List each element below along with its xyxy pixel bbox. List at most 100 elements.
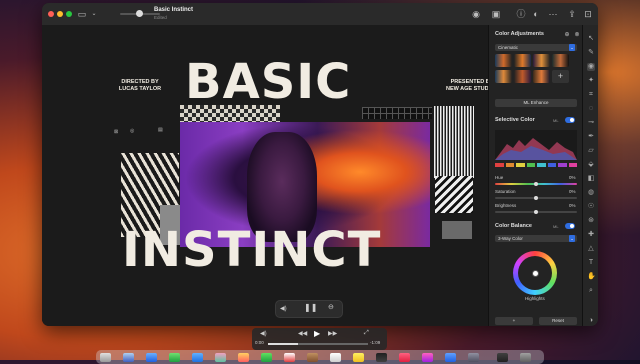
minimize-window-button[interactable] <box>57 11 63 17</box>
magic-icon[interactable]: ✦ <box>587 77 595 85</box>
facetime-app-icon[interactable] <box>261 353 272 362</box>
preset-thumb-1[interactable] <box>495 54 512 67</box>
podcasts-app-icon[interactable] <box>422 353 433 362</box>
saturation-slider-knob[interactable] <box>534 196 538 200</box>
brightness-slider-knob[interactable] <box>534 210 538 214</box>
export-icon[interactable]: ⊡ <box>582 8 594 20</box>
close-window-button[interactable] <box>48 11 54 17</box>
swatch-red[interactable] <box>495 163 504 167</box>
calendar-app-icon[interactable] <box>284 353 295 362</box>
histogram-graph <box>495 138 577 160</box>
preset-thumb-5[interactable] <box>495 70 512 83</box>
color-balance-mode-dropdown[interactable]: 3-Way Color ⌄ <box>495 235 577 242</box>
info-icon[interactable]: ⓘ <box>515 8 527 20</box>
stop-icon[interactable]: ⊖ <box>328 303 334 311</box>
add-adjustment-button[interactable]: + <box>495 317 533 325</box>
settings-app-icon[interactable] <box>468 353 479 362</box>
blur-icon[interactable]: ◍ <box>587 189 595 197</box>
preset-thumb-7[interactable] <box>533 70 550 83</box>
brush-icon[interactable]: ✎ <box>587 49 595 57</box>
more-icon[interactable]: ⋯ <box>547 8 559 20</box>
speaker-icon[interactable]: ◀) <box>280 305 287 312</box>
messages-app-icon[interactable] <box>169 353 180 362</box>
swatch-orange[interactable] <box>505 163 514 167</box>
finder-app-icon[interactable] <box>100 353 111 362</box>
selective-color-title: Selective Color <box>495 117 535 123</box>
smudge-icon[interactable]: ☉ <box>587 203 595 211</box>
trash-icon[interactable] <box>520 353 531 362</box>
add-preset-icon[interactable]: + <box>552 70 569 83</box>
eraser-icon[interactable]: ▱ <box>587 147 595 155</box>
scrubber-progress[interactable] <box>268 343 298 345</box>
clone-icon[interactable]: ⊛ <box>587 217 595 225</box>
adjust-icon[interactable]: ◐ <box>530 8 542 20</box>
poster-title-bottom: INSTINCT <box>122 222 382 278</box>
time-elapsed: 0:00 <box>255 340 264 345</box>
heal-icon[interactable]: ✚ <box>587 231 595 239</box>
launchpad-app-icon[interactable] <box>123 353 134 362</box>
ml-badge: ML <box>553 118 559 123</box>
swatch-cyan[interactable] <box>537 163 546 167</box>
grey-block-right <box>442 221 472 239</box>
selective-color-toggle[interactable] <box>565 117 575 123</box>
pause-icon[interactable]: ❚❚ <box>304 303 317 312</box>
preset-thumb-2[interactable] <box>514 54 531 67</box>
sidebar-toggle-icon[interactable]: ▭ <box>76 8 88 20</box>
avatar-icon[interactable]: ◉ <box>470 8 482 20</box>
preset-thumb-4[interactable] <box>552 54 569 67</box>
contacts-app-icon[interactable] <box>307 353 318 362</box>
tv-app-icon[interactable] <box>376 353 387 362</box>
adjust-tool-icon[interactable]: ◉ <box>587 63 595 71</box>
reminders-app-icon[interactable] <box>330 353 341 362</box>
color-wheel-handle[interactable] <box>532 270 539 277</box>
bucket-icon[interactable]: ⬙ <box>587 161 595 169</box>
mail-app-icon[interactable] <box>192 353 203 362</box>
lasso-icon[interactable]: ◌ <box>587 105 595 113</box>
eyedropper-icon[interactable]: ⊸ <box>587 119 595 127</box>
zoom-slider-knob[interactable] <box>136 10 143 17</box>
ml-enhance-button[interactable]: ML Enhance <box>495 99 577 107</box>
crop-icon[interactable]: ⌗ <box>587 91 595 99</box>
app-store-icon[interactable] <box>445 353 456 362</box>
pen-icon[interactable]: ✒ <box>587 133 595 141</box>
image-canvas[interactable]: BASIC INSTINCT DIRECTED BY LUCAS TAYLOR … <box>42 25 498 326</box>
preset-dropdown[interactable]: Cinematic ⌄ <box>495 44 577 51</box>
eye-badge-icon: ◎ <box>130 128 135 134</box>
color-balance-toggle[interactable] <box>565 223 575 229</box>
share-icon[interactable]: ⇪ <box>566 8 578 20</box>
rewind-icon[interactable]: ◀◀ <box>298 330 307 337</box>
pixelmator-app-icon[interactable] <box>497 353 508 362</box>
safari-app-icon[interactable] <box>146 353 157 362</box>
volume-icon[interactable]: ◀) <box>260 330 267 337</box>
swatch-yellow[interactable] <box>516 163 525 167</box>
swatch-magenta[interactable] <box>568 163 577 167</box>
photos-app-icon[interactable] <box>238 353 249 362</box>
reset-button[interactable]: Reset <box>539 317 577 325</box>
playback-controls: ◀) ❚❚ ⊖ <box>275 300 343 318</box>
pointer-icon[interactable]: ↖ <box>587 35 595 43</box>
zoom-window-button[interactable] <box>66 11 72 17</box>
maps-app-icon[interactable] <box>215 353 226 362</box>
forward-icon[interactable]: ▶▶ <box>328 330 337 337</box>
layers-icon[interactable]: ▣ <box>490 8 502 20</box>
music-app-icon[interactable] <box>399 353 410 362</box>
chevron-down-icon[interactable]: ⌄ <box>88 8 100 20</box>
notes-app-icon[interactable] <box>353 353 364 362</box>
preset-thumb-3[interactable] <box>533 54 550 67</box>
shape-icon[interactable]: △ <box>587 245 595 253</box>
hue-slider-knob[interactable] <box>534 182 538 186</box>
pip-icon[interactable]: ⤢ <box>364 330 369 337</box>
brightness-value: 0% <box>569 203 576 208</box>
zoom-icon[interactable]: ⌕ <box>587 287 595 295</box>
gradient-icon[interactable]: ◧ <box>587 175 595 183</box>
swatch-green[interactable] <box>526 163 535 167</box>
preset-thumb-6[interactable] <box>514 70 531 83</box>
stamp-badge-icon: ▤ <box>158 127 163 133</box>
hand-icon[interactable]: ✋ <box>587 273 596 281</box>
text-icon[interactable]: T <box>587 259 595 267</box>
swatch-blue[interactable] <box>547 163 556 167</box>
hue-label: Hue <box>495 175 504 180</box>
play-icon[interactable]: ▶ <box>314 329 320 338</box>
swatch-purple[interactable] <box>558 163 567 167</box>
color-picker-icon[interactable]: ◑ <box>587 317 595 325</box>
